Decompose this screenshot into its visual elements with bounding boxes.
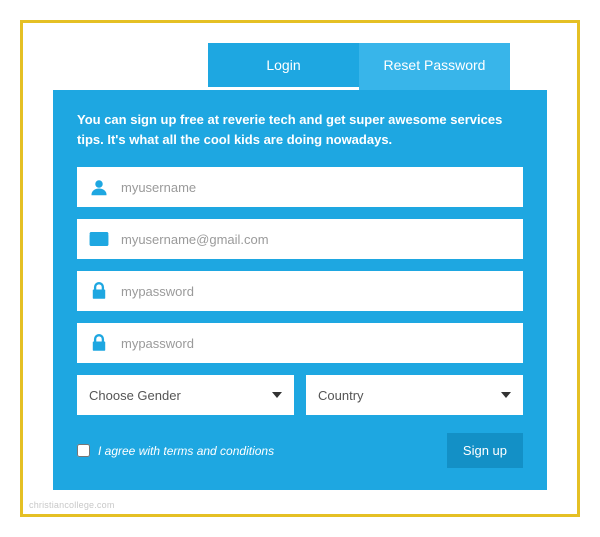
confirm-password-input[interactable] <box>121 323 523 363</box>
gender-select[interactable]: Choose Gender <box>77 375 294 415</box>
email-field-wrap <box>77 219 523 259</box>
signup-button[interactable]: Sign up <box>447 433 523 468</box>
gender-select-label: Choose Gender <box>89 388 181 403</box>
chevron-down-icon <box>501 392 511 398</box>
agree-label: I agree with terms and conditions <box>98 444 274 458</box>
password-input[interactable] <box>121 271 523 311</box>
select-row: Choose Gender Country <box>77 375 523 415</box>
tab-login[interactable]: Login <box>208 43 359 90</box>
password-field-wrap <box>77 271 523 311</box>
username-field-wrap <box>77 167 523 207</box>
lock-icon <box>77 334 121 352</box>
confirm-password-field-wrap <box>77 323 523 363</box>
agree-checkbox[interactable] <box>77 444 90 457</box>
bottom-row: I agree with terms and conditions Sign u… <box>77 433 523 468</box>
agree-terms[interactable]: I agree with terms and conditions <box>77 444 274 458</box>
page-frame: Login Reset Password You can sign up fre… <box>20 20 580 517</box>
chevron-down-icon <box>272 392 282 398</box>
user-icon <box>77 178 121 196</box>
tab-reset-password[interactable]: Reset Password <box>359 43 510 90</box>
intro-text: You can sign up free at reverie tech and… <box>77 110 523 149</box>
lock-icon <box>77 282 121 300</box>
watermark-text: christiancollege.com <box>29 500 115 510</box>
country-select[interactable]: Country <box>306 375 523 415</box>
username-input[interactable] <box>121 167 523 207</box>
email-input[interactable] <box>121 219 523 259</box>
tab-bar: Login Reset Password <box>208 43 510 90</box>
signup-panel: You can sign up free at reverie tech and… <box>53 90 547 490</box>
envelope-icon <box>77 232 121 246</box>
country-select-label: Country <box>318 388 364 403</box>
